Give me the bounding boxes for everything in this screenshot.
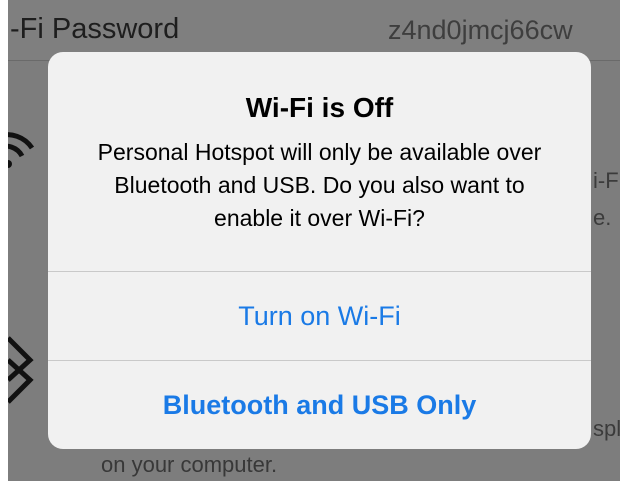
background-text: spla [593,416,620,441]
turn-on-wifi-button[interactable]: Turn on Wi-Fi [48,272,591,360]
wifi-password-label: -Fi Password [10,13,180,45]
bluetooth-icon [8,330,38,415]
left-border [0,0,8,481]
bluetooth-usb-only-button[interactable]: Bluetooth and USB Only [48,361,591,449]
wifi-password-value: z4nd0jmcj66cw [388,15,573,45]
wifi-icon [8,124,48,189]
alert-title: Wi-Fi is Off [245,92,394,123]
background-text: e. [593,205,612,230]
background-text: i-F [593,168,619,193]
alert-dialog: Wi-Fi is Off Personal Hotspot will only … [48,52,591,449]
alert-message: Personal Hotspot will only be available … [97,139,542,231]
background-footer-text: on your computer. [101,452,278,477]
